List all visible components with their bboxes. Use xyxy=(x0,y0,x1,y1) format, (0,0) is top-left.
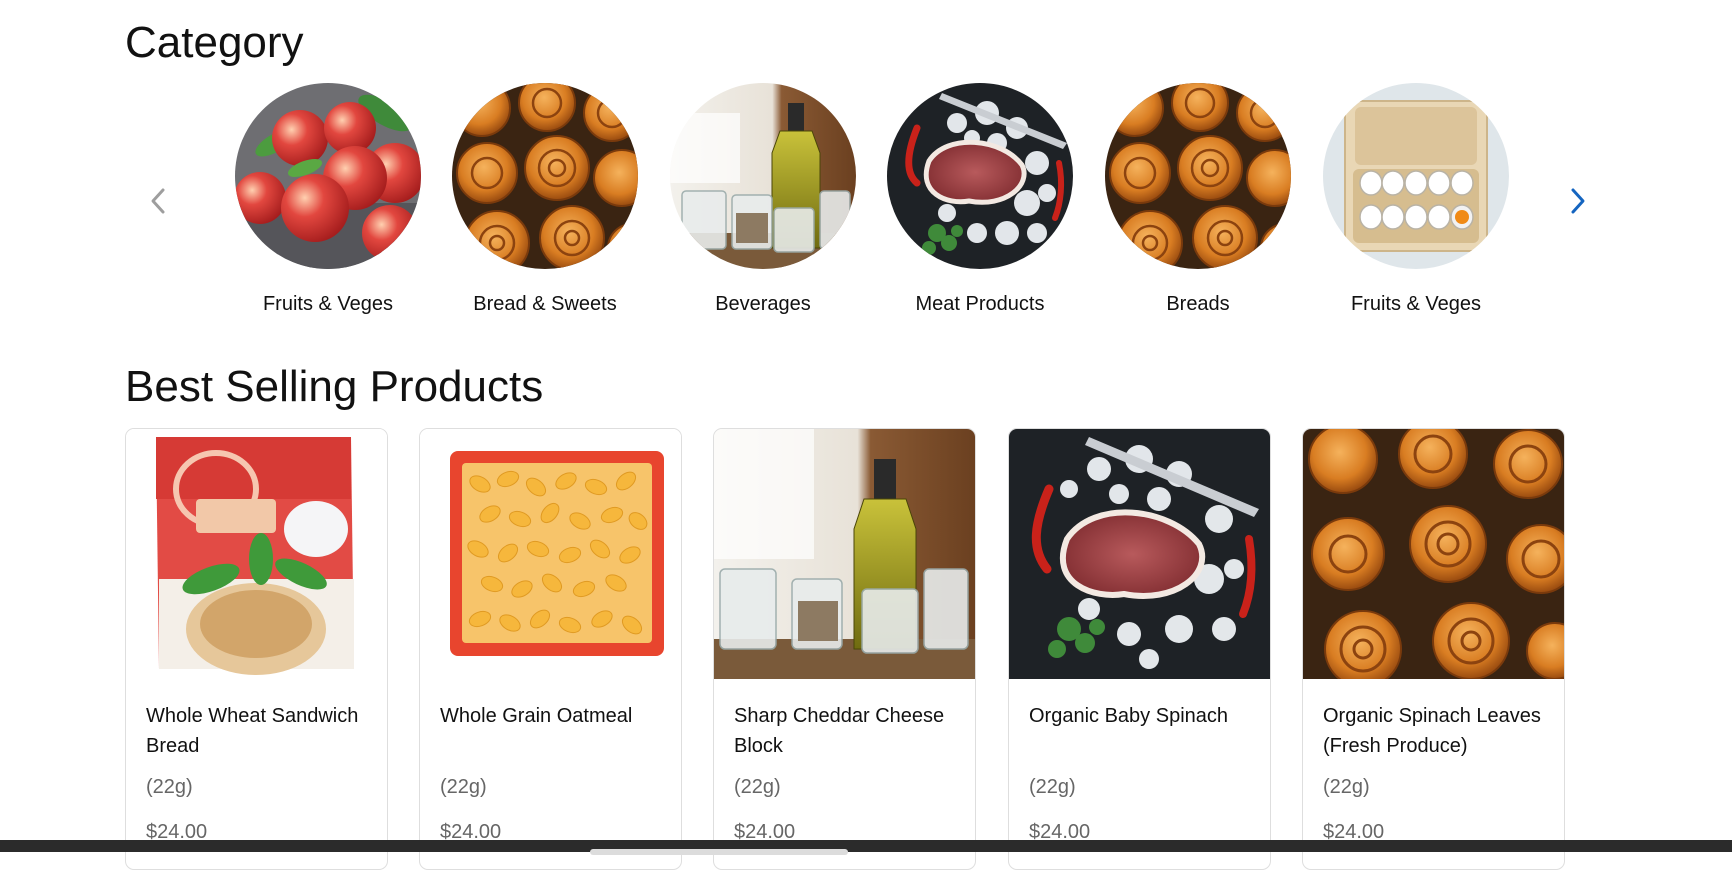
product-weight: (22g) xyxy=(146,776,193,798)
product-card[interactable]: Whole Wheat Sandwich Bread (22g) $24.00 xyxy=(125,428,388,870)
product-image-cinnamon-rolls xyxy=(1303,429,1564,679)
category-image-cinnamon-rolls xyxy=(452,83,638,269)
product-name: Whole Wheat Sandwich Bread xyxy=(146,705,359,757)
category-title: Category xyxy=(125,18,304,67)
product-name: Whole Grain Oatmeal xyxy=(440,705,633,727)
category-item-meat-products[interactable]: Meat Products xyxy=(880,83,1080,316)
category-image-apples xyxy=(235,83,421,269)
product-name: Organic Spinach Leaves (Fresh Produce) xyxy=(1323,705,1541,757)
product-name: Sharp Cheddar Cheese Block xyxy=(734,705,945,757)
bottom-taskbar xyxy=(0,840,1732,855)
product-weight: (22g) xyxy=(734,776,781,798)
category-item-fruits-veges-2[interactable]: Fruits & Veges xyxy=(1316,83,1516,316)
category-item-beverages[interactable]: Beverages xyxy=(663,83,863,316)
product-weight: (22g) xyxy=(440,776,487,798)
product-card[interactable]: Sharp Cheddar Cheese Block (22g) $24.00 xyxy=(713,428,976,870)
best-selling-title: Best Selling Products xyxy=(125,362,544,411)
category-item-fruits-veges[interactable]: Fruits & Veges xyxy=(228,83,428,316)
category-item-bread-sweets[interactable]: Bread & Sweets xyxy=(445,83,645,316)
category-image-steak xyxy=(887,83,1073,269)
category-label: Beverages xyxy=(715,293,811,315)
product-image-steak xyxy=(1009,429,1270,679)
chevron-right-icon xyxy=(1571,188,1585,214)
product-image-oil-bottle xyxy=(714,429,975,679)
product-image-grains-tray xyxy=(420,429,681,679)
product-weight: (22g) xyxy=(1323,776,1370,798)
category-image-oil-bottle xyxy=(670,83,856,269)
scroll-handle[interactable] xyxy=(590,849,848,855)
chevron-left-icon xyxy=(151,188,165,214)
product-name: Organic Baby Spinach xyxy=(1029,705,1229,727)
category-label: Breads xyxy=(1166,293,1230,315)
category-item-breads[interactable]: Breads xyxy=(1098,83,1298,316)
product-image-bread-bag xyxy=(126,429,387,679)
product-card[interactable]: Whole Grain Oatmeal (22g) $24.00 xyxy=(419,428,682,870)
product-card[interactable]: Organic Spinach Leaves (Fresh Produce) (… xyxy=(1302,428,1565,870)
category-image-eggs xyxy=(1323,83,1509,269)
product-weight: (22g) xyxy=(1029,776,1076,798)
category-label: Meat Products xyxy=(915,293,1045,315)
product-card[interactable]: Organic Baby Spinach (22g) $24.00 xyxy=(1008,428,1271,870)
category-image-cinnamon-rolls xyxy=(1105,83,1291,269)
category-label: Bread & Sweets xyxy=(473,293,617,315)
carousel-prev-button[interactable] xyxy=(143,184,173,218)
category-label: Fruits & Veges xyxy=(1350,293,1482,315)
category-label: Fruits & Veges xyxy=(262,293,394,315)
carousel-next-button[interactable] xyxy=(1563,184,1593,218)
